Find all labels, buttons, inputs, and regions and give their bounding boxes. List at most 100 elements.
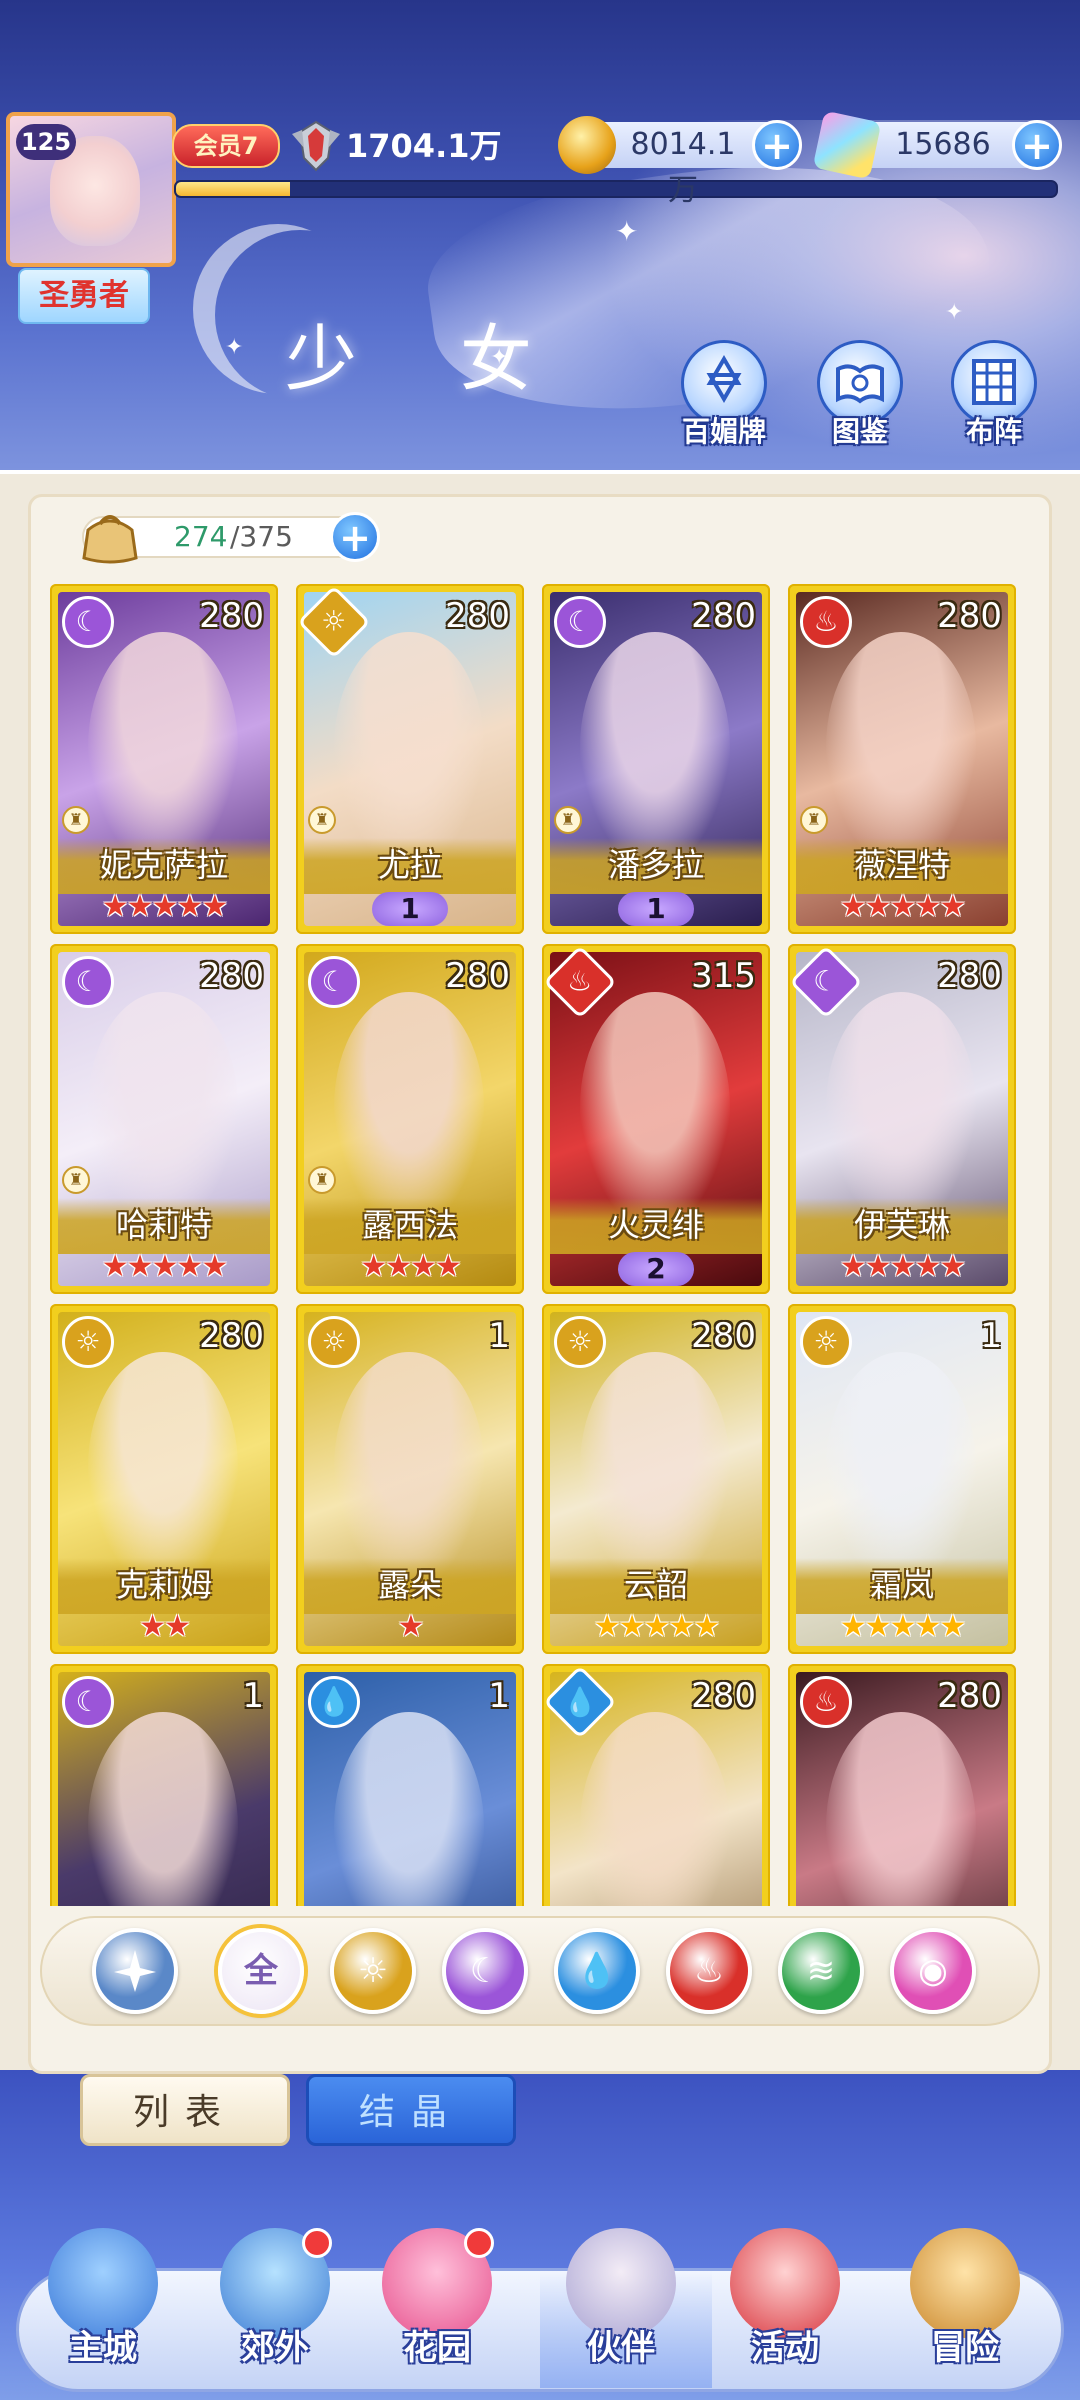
character-level: 280 bbox=[199, 596, 264, 636]
player-avatar[interactable]: 125 bbox=[6, 112, 176, 267]
awakening-badge: 2 bbox=[618, 1252, 694, 1286]
character-card[interactable]: ☾ 1 bbox=[50, 1664, 278, 1906]
character-level: 280 bbox=[691, 1676, 756, 1716]
roster-capacity: 274 /375 + bbox=[82, 512, 380, 564]
filter-wind-button[interactable]: ≋ bbox=[778, 1928, 864, 2014]
filter-fire-button[interactable]: ♨ bbox=[666, 1928, 752, 2014]
star-rating: ★★★★ bbox=[360, 1249, 462, 1284]
character-card[interactable]: ☼ 1 霜岚 ★★★★★ bbox=[788, 1304, 1016, 1654]
character-card[interactable]: ☾ 280 潘多拉 ♜ 1 bbox=[542, 584, 770, 934]
filter-moon-button[interactable]: ☾ bbox=[442, 1928, 528, 2014]
filter-all-button[interactable]: 全 bbox=[218, 1928, 304, 2014]
character-card[interactable]: ☾ 280 哈莉特 ♜ ★★★★★ bbox=[50, 944, 278, 1294]
character-level: 1 bbox=[488, 1676, 510, 1716]
nav-item-0[interactable]: 主城 bbox=[28, 2228, 178, 2398]
filter-special-button[interactable] bbox=[92, 1928, 178, 2014]
gold-coin-icon bbox=[558, 116, 616, 174]
character-card[interactable]: ☾ 280 妮克萨拉 ♜ ★★★★★ bbox=[50, 584, 278, 934]
vip-badge[interactable]: 会员7 bbox=[172, 124, 280, 168]
hundred-charm-cards-button[interactable]: 百媚牌 bbox=[674, 340, 774, 450]
combat-power-value: 1704.1万 bbox=[346, 127, 502, 165]
page-title: 少 女 bbox=[285, 317, 572, 401]
expand-roster-button[interactable]: + bbox=[330, 512, 380, 562]
character-level: 1 bbox=[242, 1676, 264, 1716]
star-rating: ★★★★★ bbox=[839, 1609, 966, 1644]
filter-sun-button[interactable]: ☼ bbox=[330, 1928, 416, 2014]
chess-piece-icon: ♜ bbox=[62, 1166, 90, 1194]
formation-button[interactable]: 布阵 bbox=[944, 340, 1044, 450]
moon-element-icon: ☾ bbox=[62, 956, 114, 1008]
character-card[interactable]: ☼ 1 露朵 ★ bbox=[296, 1304, 524, 1654]
nav-label: 伙伴 bbox=[587, 2328, 655, 2368]
codex-label: 图鉴 bbox=[831, 415, 888, 448]
add-gem-button[interactable]: + bbox=[1012, 120, 1062, 170]
hundred-charm-cards-label: 百媚牌 bbox=[681, 415, 766, 448]
character-card[interactable]: ☾ 280 露西法 ♜ ★★★★ bbox=[296, 944, 524, 1294]
nav-item-5[interactable]: 冒险 bbox=[890, 2228, 1040, 2398]
chess-piece-icon: ♜ bbox=[800, 806, 828, 834]
character-level: 280 bbox=[445, 596, 510, 636]
codex-button[interactable]: 图鉴 bbox=[810, 340, 910, 450]
character-figure bbox=[88, 992, 238, 1222]
add-gold-button[interactable]: + bbox=[752, 120, 802, 170]
character-card[interactable]: ☼ 280 克莉姆 ★★ bbox=[50, 1304, 278, 1654]
character-figure bbox=[88, 1712, 238, 1906]
character-level: 280 bbox=[937, 1676, 1002, 1716]
character-figure bbox=[88, 1352, 238, 1582]
tab-list[interactable]: 列表 bbox=[80, 2074, 290, 2146]
character-figure bbox=[580, 632, 730, 862]
character-card[interactable]: ♨ 315 火灵绯 2 bbox=[542, 944, 770, 1294]
character-figure bbox=[88, 632, 238, 862]
nav-item-4[interactable]: 活动 bbox=[710, 2228, 860, 2398]
character-figure bbox=[826, 632, 976, 862]
star-rating: ★★★★★ bbox=[101, 1249, 228, 1284]
gold-currency: 8014.1万 + bbox=[558, 116, 802, 208]
character-name: 薇涅特 bbox=[853, 846, 950, 884]
character-figure bbox=[826, 1712, 976, 1906]
moon-element-icon: ☾ bbox=[62, 596, 114, 648]
character-name: 云韶 bbox=[623, 1566, 688, 1604]
character-level: 1 bbox=[980, 1316, 1002, 1356]
character-figure bbox=[580, 992, 730, 1222]
character-figure bbox=[334, 992, 484, 1222]
nav-item-3[interactable]: 伙伴 bbox=[546, 2228, 696, 2398]
notification-dot bbox=[464, 2228, 494, 2258]
character-name: 露朵 bbox=[377, 1566, 442, 1604]
player-title-badge[interactable]: 圣勇者 bbox=[18, 268, 150, 324]
star-rating: ★★★★★ bbox=[839, 1249, 966, 1284]
nav-item-1[interactable]: 郊外 bbox=[200, 2228, 350, 2398]
character-name: 伊芙琳 bbox=[853, 1206, 950, 1244]
character-name: 妮克萨拉 bbox=[99, 846, 228, 884]
character-level: 280 bbox=[937, 596, 1002, 636]
filter-light-button[interactable]: ◉ bbox=[890, 1928, 976, 2014]
character-card[interactable]: ☾ 280 伊芙琳 ★★★★★ bbox=[788, 944, 1016, 1294]
star-rating: ★★ bbox=[139, 1609, 191, 1644]
formation-label: 布阵 bbox=[965, 415, 1022, 448]
nav-item-2[interactable]: 花园 bbox=[362, 2228, 512, 2398]
character-level: 1 bbox=[488, 1316, 510, 1356]
character-name: 火灵绯 bbox=[607, 1206, 704, 1244]
character-name: 霜岚 bbox=[869, 1566, 934, 1604]
gold-value: 8014.1万 bbox=[630, 127, 736, 208]
character-name: 克莉姆 bbox=[115, 1566, 212, 1604]
experience-bar bbox=[174, 180, 1058, 198]
sparkle-icon: ✦ bbox=[945, 300, 964, 325]
sun-element-icon: ☼ bbox=[554, 1316, 606, 1368]
combat-power-icon bbox=[292, 120, 340, 172]
character-card[interactable]: 💧 1 bbox=[296, 1664, 524, 1906]
character-level: 280 bbox=[691, 1316, 756, 1356]
nav-label: 郊外 bbox=[241, 2328, 309, 2368]
tab-crystal[interactable]: 结晶 bbox=[306, 2074, 516, 2146]
character-card[interactable]: ♨ 280 bbox=[788, 1664, 1016, 1906]
character-card[interactable]: ♨ 280 薇涅特 ♜ ★★★★★ bbox=[788, 584, 1016, 934]
character-figure bbox=[826, 992, 976, 1222]
character-card[interactable]: 💧 280 bbox=[542, 1664, 770, 1906]
character-name: 尤拉 bbox=[377, 846, 442, 884]
sparkle-icon: ✦ bbox=[225, 335, 244, 360]
character-level: 280 bbox=[937, 956, 1002, 996]
character-card[interactable]: ☼ 280 尤拉 ♜ 1 bbox=[296, 584, 524, 934]
gem-value: 15686 bbox=[895, 127, 991, 162]
character-card[interactable]: ☼ 280 云韶 ★★★★★ bbox=[542, 1304, 770, 1654]
character-level: 280 bbox=[199, 1316, 264, 1356]
filter-water-button[interactable]: 💧 bbox=[554, 1928, 640, 2014]
